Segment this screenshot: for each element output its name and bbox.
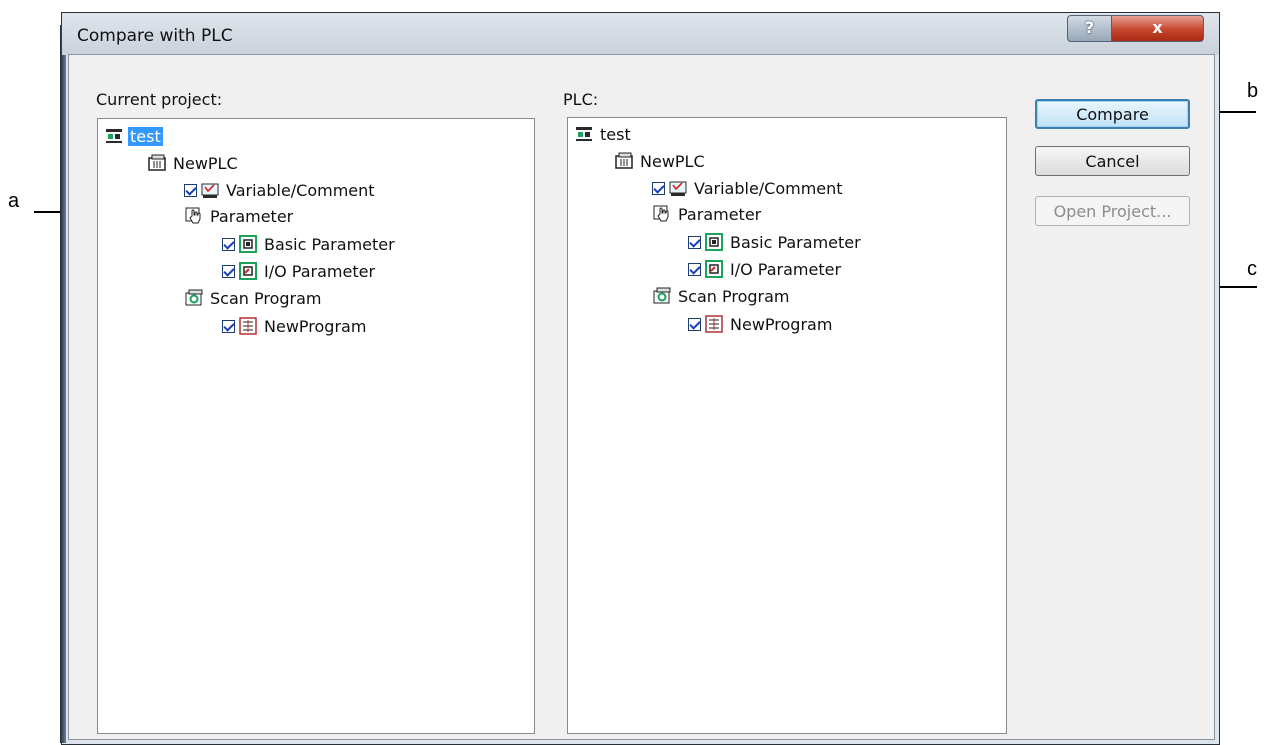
callout-a: a [8, 190, 20, 212]
checkbox[interactable] [652, 181, 665, 195]
tree-node-basic-parameter[interactable]: Basic Parameter [688, 231, 863, 253]
io-parameter-icon [239, 262, 257, 280]
tree-node-project[interactable]: test [104, 125, 163, 147]
cancel-button[interactable]: Cancel [1035, 146, 1190, 176]
compare-button[interactable]: Compare [1035, 99, 1190, 129]
checkbox[interactable] [688, 262, 701, 276]
project-icon [576, 127, 592, 141]
tree-node-label: Variable/Comment [694, 178, 843, 198]
current-project-tree[interactable]: test NewPLC Variable/Comment Parameter B… [97, 118, 535, 734]
plc-tree[interactable]: test NewPLC Variable/Comment Parameter B… [567, 117, 1007, 734]
tree-node-label: Scan Program [210, 288, 322, 308]
tree-node-label: Basic Parameter [730, 232, 861, 252]
tree-node-plc[interactable]: NewPLC [147, 152, 240, 174]
variable-comment-icon [669, 181, 687, 196]
close-button[interactable]: x [1111, 15, 1204, 42]
scan-program-icon [653, 287, 671, 304]
tree-node-label: NewPLC [173, 153, 238, 173]
tree-node-program[interactable]: NewProgram [222, 315, 368, 337]
plc-label: PLC: [563, 90, 599, 109]
scan-program-icon [185, 289, 203, 306]
tree-node-project[interactable]: test [574, 123, 633, 145]
tree-node-variable-comment[interactable]: Variable/Comment [184, 179, 377, 201]
tree-node-io-parameter[interactable]: I/O Parameter [688, 258, 843, 280]
tree-node-label: NewPLC [640, 151, 705, 171]
close-icon: x [1152, 18, 1163, 37]
checkbox[interactable] [688, 317, 701, 331]
window-title: Compare with PLC [77, 26, 233, 46]
dialog-client-area: Current project: test NewPLC Variable/Co… [68, 54, 1215, 740]
help-button[interactable]: ? [1067, 15, 1112, 42]
basic-parameter-icon [239, 235, 257, 253]
variable-comment-icon [201, 183, 219, 198]
checkbox[interactable] [184, 183, 197, 197]
checkbox[interactable] [688, 235, 701, 249]
tree-node-plc[interactable]: NewPLC [614, 150, 707, 172]
program-icon [705, 315, 723, 333]
tree-node-label: NewProgram [730, 314, 833, 334]
tree-node-program[interactable]: NewProgram [688, 313, 834, 335]
plc-icon [148, 154, 166, 171]
tree-node-scan-program[interactable]: Scan Program [652, 285, 792, 307]
tree-node-label: test [600, 124, 631, 144]
compare-dialog: Compare with PLC ? x Current project: te… [60, 12, 1220, 745]
basic-parameter-icon [705, 233, 723, 251]
window-edge [60, 25, 66, 743]
tree-node-label: Variable/Comment [226, 180, 375, 200]
tree-node-parameter[interactable]: Parameter [184, 205, 295, 227]
checkbox[interactable] [222, 237, 235, 251]
current-project-label: Current project: [96, 90, 223, 109]
title-bar[interactable]: Compare with PLC ? x [62, 13, 1219, 55]
help-icon: ? [1084, 18, 1095, 37]
tree-node-basic-parameter[interactable]: Basic Parameter [222, 233, 397, 255]
project-icon [106, 129, 122, 143]
io-parameter-icon [705, 260, 723, 278]
checkbox[interactable] [222, 264, 235, 278]
checkbox[interactable] [222, 319, 235, 333]
tree-node-io-parameter[interactable]: I/O Parameter [222, 260, 377, 282]
tree-node-label: Parameter [678, 204, 762, 224]
program-icon [239, 317, 257, 335]
tree-node-label: NewProgram [264, 316, 367, 336]
tree-node-label: Basic Parameter [264, 234, 395, 254]
tree-node-parameter[interactable]: Parameter [652, 203, 763, 225]
tree-node-label: Parameter [210, 206, 294, 226]
parameter-icon [185, 207, 201, 224]
tree-node-variable-comment[interactable]: Variable/Comment [652, 177, 845, 199]
callout-c: c [1247, 258, 1257, 280]
parameter-icon [653, 205, 669, 222]
tree-node-label: I/O Parameter [264, 261, 376, 281]
plc-icon [615, 152, 633, 169]
tree-node-label: I/O Parameter [730, 259, 842, 279]
tree-node-label: Scan Program [678, 286, 790, 306]
open-project-button[interactable]: Open Project... [1035, 196, 1190, 226]
tree-node-scan-program[interactable]: Scan Program [184, 287, 324, 309]
tree-node-label: test [128, 126, 163, 146]
callout-b: b [1247, 80, 1259, 102]
